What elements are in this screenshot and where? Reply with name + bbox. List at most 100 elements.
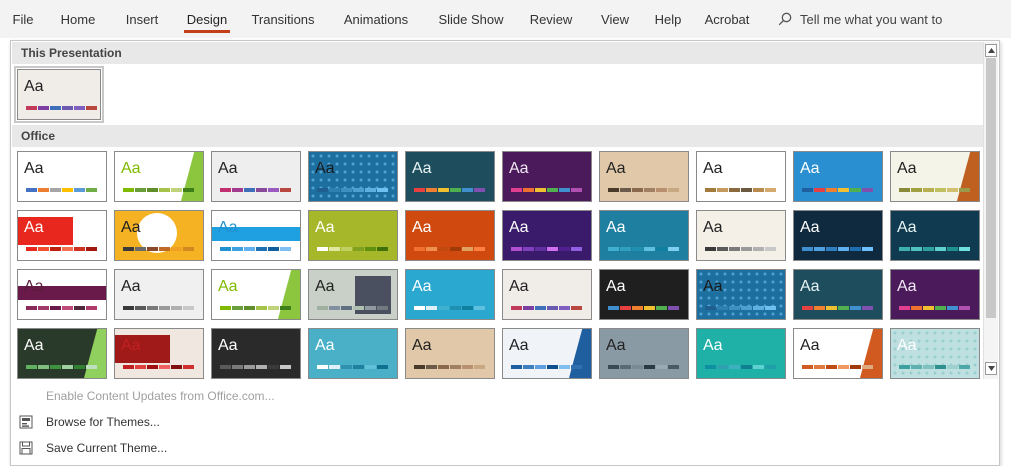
color-swatch	[923, 188, 934, 192]
theme-thumbnail[interactable]: Aa	[308, 151, 398, 202]
theme-thumbnail[interactable]: Aa	[793, 210, 883, 261]
color-swatch	[535, 188, 546, 192]
theme-color-swatches	[414, 188, 485, 192]
theme-thumbnail[interactable]: Aa	[17, 269, 107, 320]
theme-thumbnail[interactable]: Aa	[17, 328, 107, 379]
color-swatch	[426, 247, 437, 251]
theme-thumbnail[interactable]: Aa	[890, 328, 980, 379]
theme-thumbnail[interactable]: Aa	[599, 151, 689, 202]
color-swatch	[183, 365, 194, 369]
theme-thumbnail[interactable]: Aa	[405, 151, 495, 202]
color-swatch	[256, 365, 267, 369]
theme-thumbnail[interactable]: Aa	[211, 151, 301, 202]
color-swatch	[462, 306, 473, 310]
theme-thumbnail[interactable]: Aa	[502, 269, 592, 320]
color-swatch	[571, 365, 582, 369]
theme-thumbnail[interactable]: Aa	[405, 328, 495, 379]
browse-for-themes-label: Browse for Themes...	[46, 415, 160, 429]
color-swatch	[644, 188, 655, 192]
color-swatch	[947, 365, 958, 369]
theme-thumbnail[interactable]: Aa	[405, 210, 495, 261]
theme-thumbnail[interactable]: Aa	[890, 210, 980, 261]
theme-thumbnail[interactable]: Aa	[502, 151, 592, 202]
theme-thumbnail[interactable]: Aa	[211, 269, 301, 320]
theme-sample-text: Aa	[800, 160, 820, 177]
tab-acrobat[interactable]: Acrobat	[692, 0, 762, 38]
tab-slide-show[interactable]: Slide Show	[426, 0, 516, 38]
tab-animations[interactable]: Animations	[326, 0, 426, 38]
themes-gallery-dropdown: This Presentation Aa Office Aa Aa Aa Aa Aa Aa…	[10, 40, 1000, 466]
color-swatch	[571, 188, 582, 192]
theme-thumbnail[interactable]: Aa	[308, 210, 398, 261]
theme-thumbnail[interactable]: Aa	[308, 328, 398, 379]
tab-design[interactable]: Design	[174, 0, 240, 38]
tell-me-search[interactable]: Tell me what you want to	[778, 12, 942, 27]
tab-view[interactable]: View	[586, 0, 644, 38]
color-swatch	[123, 365, 134, 369]
theme-accent-shape	[569, 329, 591, 378]
theme-thumbnail[interactable]: Aa	[696, 328, 786, 379]
theme-thumbnail[interactable]: Aa	[696, 210, 786, 261]
color-swatch	[86, 188, 97, 192]
tab-file[interactable]: File	[0, 0, 46, 38]
theme-thumbnail[interactable]: Aa	[211, 328, 301, 379]
theme-thumbnail[interactable]: Aa	[114, 210, 204, 261]
theme-thumbnail[interactable]: Aa	[599, 328, 689, 379]
theme-thumbnail[interactable]: Aa	[114, 328, 204, 379]
theme-accent-shape	[181, 152, 203, 201]
color-swatch	[462, 365, 473, 369]
scroll-up-button[interactable]	[985, 44, 997, 57]
browse-for-themes-item[interactable]: Browse for Themes...	[11, 409, 985, 435]
theme-thumbnail[interactable]: Aa	[114, 269, 204, 320]
tab-home[interactable]: Home	[46, 0, 110, 38]
office-header: Office	[12, 125, 986, 147]
tab-help[interactable]: Help	[644, 0, 692, 38]
theme-thumbnail[interactable]: Aa	[696, 269, 786, 320]
save-current-theme-item[interactable]: Save Current Theme...	[11, 435, 985, 461]
color-swatch	[705, 365, 716, 369]
color-swatch	[656, 188, 667, 192]
color-swatch	[438, 365, 449, 369]
theme-sample-text: Aa	[412, 160, 432, 177]
theme-thumbnail[interactable]: Aa	[890, 151, 980, 202]
theme-thumbnail[interactable]: Aa	[17, 210, 107, 261]
theme-thumbnail[interactable]: Aa	[793, 151, 883, 202]
color-swatch	[74, 306, 85, 310]
theme-thumbnail[interactable]: Aa	[114, 151, 204, 202]
theme-thumbnail[interactable]: Aa	[502, 210, 592, 261]
color-swatch	[765, 365, 776, 369]
color-swatch	[668, 306, 679, 310]
theme-thumbnail[interactable]: Aa	[793, 328, 883, 379]
tab-insert[interactable]: Insert	[110, 0, 174, 38]
current-theme-thumbnail[interactable]: Aa	[14, 66, 104, 123]
color-swatch	[644, 306, 655, 310]
color-swatch	[450, 247, 461, 251]
theme-color-swatches	[705, 365, 776, 369]
theme-thumbnail[interactable]: Aa	[211, 210, 301, 261]
theme-thumbnail[interactable]: Aa	[308, 269, 398, 320]
save-icon	[13, 441, 39, 455]
theme-thumbnail[interactable]: Aa	[599, 269, 689, 320]
gallery-scrollbar[interactable]	[983, 42, 998, 379]
theme-color-swatches	[511, 365, 582, 369]
theme-thumbnail[interactable]: Aa	[696, 151, 786, 202]
color-swatch	[426, 365, 437, 369]
theme-thumbnail[interactable]: Aa	[17, 151, 107, 202]
theme-thumbnail[interactable]: Aa	[793, 269, 883, 320]
scroll-thumb[interactable]	[986, 58, 996, 318]
color-swatch	[232, 188, 243, 192]
color-swatch	[377, 306, 388, 310]
theme-color-swatches	[317, 365, 388, 369]
theme-thumbnail[interactable]: Aa	[890, 269, 980, 320]
theme-thumbnail[interactable]: Aa	[599, 210, 689, 261]
theme-color-swatches	[220, 306, 291, 310]
scroll-down-button[interactable]	[985, 362, 997, 375]
tab-review[interactable]: Review	[516, 0, 586, 38]
theme-accent-shape	[278, 270, 300, 319]
color-swatch	[135, 188, 146, 192]
theme-thumbnail[interactable]: Aa	[405, 269, 495, 320]
color-swatch	[317, 188, 328, 192]
theme-thumbnail[interactable]: Aa	[502, 328, 592, 379]
tab-transitions[interactable]: Transitions	[240, 0, 326, 38]
theme-color-swatches	[26, 365, 97, 369]
